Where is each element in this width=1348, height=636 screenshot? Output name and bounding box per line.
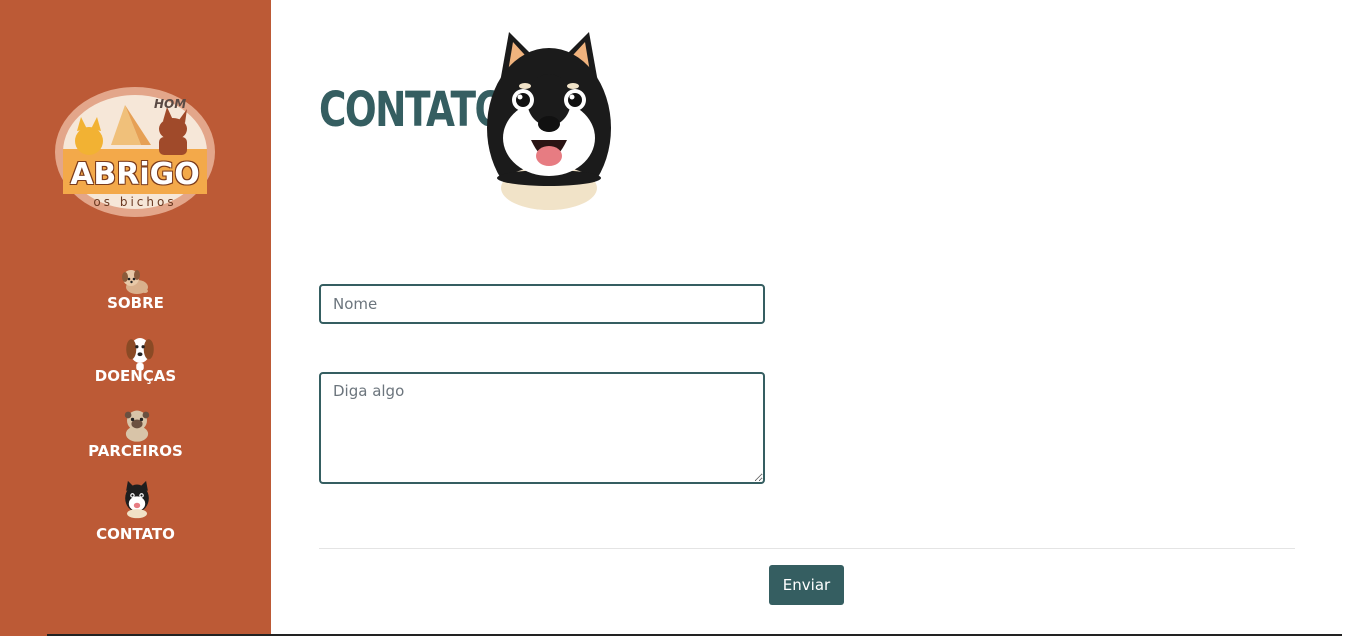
sidebar-item-sobre[interactable]: SOBRE	[0, 262, 271, 322]
sidebar-item-parceiros[interactable]: PARCEIROS	[0, 405, 271, 465]
page-title: CONTATO	[319, 82, 506, 138]
logo-title: ABRiGO	[70, 157, 200, 192]
message-textarea[interactable]	[319, 372, 765, 484]
shiba-dog-icon	[487, 32, 611, 210]
pug-icon	[124, 410, 150, 442]
name-input[interactable]	[319, 284, 765, 324]
send-button[interactable]: Enviar	[769, 565, 844, 605]
sidebar-item-doencas[interactable]: DOENÇAS	[0, 333, 271, 393]
sidebar-item-label: SOBRE	[107, 294, 164, 312]
logo[interactable]: HOM ABRiGO os bichos	[55, 87, 215, 217]
main-content: CONTATO Enviar	[271, 0, 1348, 636]
logo-subtitle: os bichos	[93, 195, 177, 209]
sidebar-item-contato[interactable]: CONTATO	[0, 480, 271, 543]
sidebar-item-label: PARCEIROS	[88, 442, 183, 460]
shiba-icon	[125, 480, 149, 519]
sidebar: HOM ABRiGO os bichos SOBRE DOENÇAS PARCE…	[0, 0, 271, 636]
sidebar-item-label: DOENÇAS	[94, 367, 177, 385]
logo-corner-text: HOM	[154, 97, 187, 111]
sidebar-item-label: CONTATO	[96, 525, 175, 543]
form-divider	[319, 548, 1295, 549]
